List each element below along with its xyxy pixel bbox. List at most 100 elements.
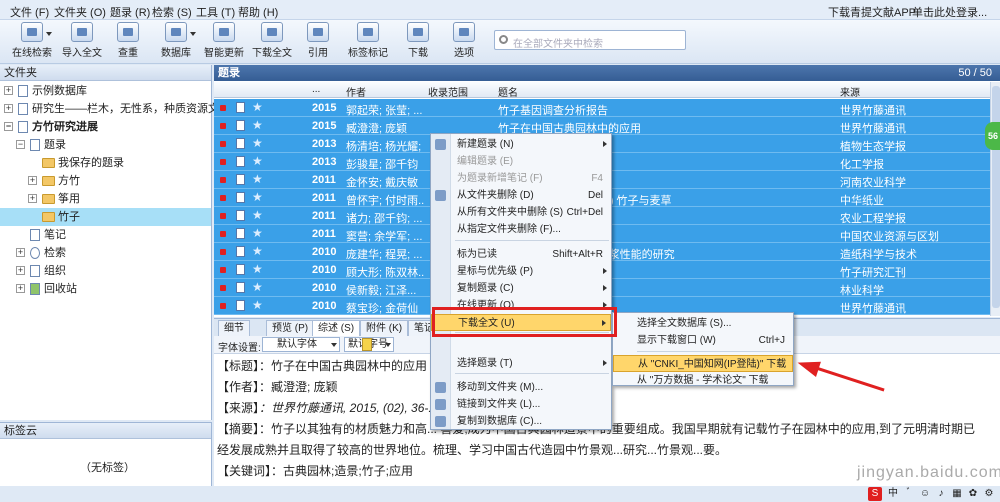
database-button[interactable]: 数据库 xyxy=(150,22,202,59)
download-button[interactable]: 下载 xyxy=(392,22,444,59)
ime-keyboard-icon[interactable]: ▦ xyxy=(950,487,964,501)
font-select[interactable]: 默认字体 xyxy=(262,337,340,352)
tree-item-fangzhu[interactable]: − 方竹研究进展 xyxy=(0,118,211,136)
context-menu-item[interactable]: 移动到文件夹 (M)... xyxy=(431,379,611,396)
table-row[interactable]: ★ 2015 郭起荣; 张莹; ... 竹子基因调查分析报告 世界竹藤通讯 xyxy=(214,99,990,117)
context-menu-item[interactable]: 新建题录 (N) xyxy=(431,136,611,153)
expand-icon[interactable]: + xyxy=(16,284,25,293)
tree-item-records[interactable]: − 题录 xyxy=(0,136,211,154)
tab-attachments[interactable]: 附件 (K) xyxy=(360,320,409,336)
ime-punct-icon[interactable]: ﾞ xyxy=(902,487,916,501)
menu-tools[interactable]: 工具 (T) xyxy=(196,4,235,20)
side-badge[interactable]: 56 xyxy=(985,122,1000,150)
context-menu-item[interactable]: 编辑题录 (E) xyxy=(431,153,611,170)
document-icon[interactable] xyxy=(236,228,245,239)
app-download-link[interactable]: 下载青提文献APP xyxy=(828,4,916,20)
download-fulltext-button[interactable]: 下载全文 xyxy=(246,22,298,59)
col-title[interactable]: 题名 xyxy=(498,84,518,99)
tab-preview[interactable]: 预览 (P) xyxy=(266,320,315,336)
online-search-button[interactable]: 在线检索 xyxy=(6,22,58,59)
submenu-item[interactable]: 从 "万方数据 - 学术论文" 下载 xyxy=(613,372,793,389)
context-menu-item[interactable]: 为题录新增笔记 (F) F4 xyxy=(431,170,611,187)
ime-logo-icon[interactable]: S xyxy=(868,487,882,501)
document-icon[interactable] xyxy=(236,120,245,131)
star-icon[interactable]: ★ xyxy=(252,298,263,312)
star-icon[interactable]: ★ xyxy=(252,262,263,276)
cite-button[interactable]: 引用 xyxy=(292,22,344,59)
ime-skin-icon[interactable]: ✿ xyxy=(966,487,980,501)
context-menu-item[interactable]: 从文件夹删除 (D) Del xyxy=(431,187,611,204)
star-icon[interactable]: ★ xyxy=(252,172,263,186)
grid-scrollbar[interactable] xyxy=(990,82,1000,316)
tree-item-sunyong[interactable]: + 筝用 xyxy=(0,190,211,208)
menu-folder[interactable]: 文件夹 (O) xyxy=(54,4,106,20)
col-source[interactable]: 来源 xyxy=(840,84,860,99)
col-author[interactable]: 作者 xyxy=(346,84,366,99)
col-scope[interactable]: 收录范围 xyxy=(428,84,468,99)
tree-item-fangzhu-folder[interactable]: + 方竹 xyxy=(0,172,211,190)
document-icon[interactable] xyxy=(236,210,245,221)
tree-item-search[interactable]: + 检索 xyxy=(0,244,211,262)
context-menu-item[interactable]: 选择题录 (T) xyxy=(431,355,611,372)
smart-update-button[interactable]: 智能更新 xyxy=(198,22,250,59)
star-icon[interactable]: ★ xyxy=(252,136,263,150)
document-icon[interactable] xyxy=(236,192,245,203)
submenu-item[interactable]: 从 "CNKI_中国知网(IP登陆)" 下载 xyxy=(613,355,793,372)
login-link[interactable]: 单击此处登录... xyxy=(912,4,987,20)
context-menu-item[interactable]: 复制题录 (C) xyxy=(431,280,611,297)
col-year[interactable]: ... xyxy=(312,84,320,95)
document-icon[interactable] xyxy=(236,102,245,113)
document-icon[interactable] xyxy=(236,156,245,167)
menu-file[interactable]: 文件 (F) xyxy=(10,4,49,20)
options-button[interactable]: 选项 xyxy=(438,22,490,59)
star-icon[interactable]: ★ xyxy=(252,226,263,240)
star-icon[interactable]: ★ xyxy=(252,118,263,132)
star-icon[interactable]: ★ xyxy=(252,208,263,222)
ime-voice-icon[interactable]: ♪ xyxy=(934,487,948,501)
context-menu-item[interactable]: 链接到文件夹 (L)... xyxy=(431,396,611,413)
ime-mode-icon[interactable]: 中 xyxy=(886,487,900,501)
star-icon[interactable]: ★ xyxy=(252,244,263,258)
tree-item-sample-db[interactable]: + 示例数据库 xyxy=(0,82,211,100)
tree-item-grad[interactable]: + 研究生——栏木，无性系，种质资源文... xyxy=(0,100,228,118)
menu-help[interactable]: 帮助 (H) xyxy=(238,4,278,20)
duplicate-check-button[interactable]: 查重 xyxy=(102,22,154,59)
ime-face-icon[interactable]: ☺ xyxy=(918,487,932,501)
star-icon[interactable]: ★ xyxy=(252,154,263,168)
document-icon[interactable] xyxy=(236,300,245,311)
collapse-icon[interactable]: − xyxy=(4,122,13,131)
tag-mark-button[interactable]: 标签标记 xyxy=(342,22,394,59)
expand-icon[interactable]: + xyxy=(16,266,25,275)
search-input[interactable]: 在全部文件夹中检索 xyxy=(494,30,686,50)
document-icon[interactable] xyxy=(236,264,245,275)
context-menu-item[interactable]: 标为已读 Shift+Alt+R xyxy=(431,246,611,263)
expand-icon[interactable]: + xyxy=(16,248,25,257)
expand-icon[interactable]: + xyxy=(28,194,37,203)
highlight-color-button[interactable] xyxy=(362,338,372,351)
star-icon[interactable]: ★ xyxy=(252,280,263,294)
expand-icon[interactable]: + xyxy=(4,104,13,113)
context-menu-item[interactable]: 从所有文件夹中删除 (S) Ctrl+Del xyxy=(431,204,611,221)
star-icon[interactable]: ★ xyxy=(252,190,263,204)
ime-tools-icon[interactable]: ⚙ xyxy=(982,487,996,501)
tree-item-saved[interactable]: 我保存的题录 xyxy=(0,154,211,172)
context-menu-item[interactable]: 复制到数据库 (C)... xyxy=(431,413,611,430)
import-fulltext-button[interactable]: 导入全文 xyxy=(56,22,108,59)
document-icon[interactable] xyxy=(236,282,245,293)
document-icon[interactable] xyxy=(236,174,245,185)
document-icon[interactable] xyxy=(236,246,245,257)
expand-icon[interactable]: + xyxy=(4,86,13,95)
submenu-item[interactable]: 显示下载窗口 (W) Ctrl+J xyxy=(613,332,793,349)
tab-summary[interactable]: 综述 (S) xyxy=(312,320,361,336)
tree-item-zhuzi[interactable]: 竹子 xyxy=(0,208,211,226)
document-icon[interactable] xyxy=(236,138,245,149)
star-icon[interactable]: ★ xyxy=(252,100,263,114)
tree-item-organize[interactable]: + 组织 xyxy=(0,262,211,280)
submenu-item[interactable]: 选择全文数据库 (S)... xyxy=(613,315,793,332)
tree-item-notes[interactable]: 笔记 xyxy=(0,226,211,244)
tree-item-recycle[interactable]: + 回收站 xyxy=(0,280,211,298)
scrollbar-thumb[interactable] xyxy=(992,86,1000,308)
context-menu-item[interactable]: 星标与优先级 (P) xyxy=(431,263,611,280)
menu-search[interactable]: 检索 (S) xyxy=(152,4,192,20)
expand-icon[interactable]: + xyxy=(28,176,37,185)
